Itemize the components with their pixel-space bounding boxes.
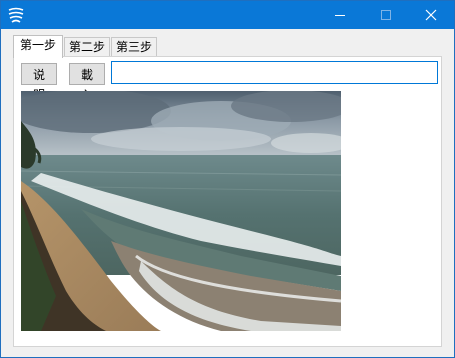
- file-path-input[interactable]: [111, 61, 438, 84]
- load-button[interactable]: 載入: [69, 63, 105, 102]
- close-icon: [425, 9, 437, 21]
- minimize-icon: [335, 15, 345, 16]
- maximize-icon: [381, 10, 391, 20]
- tab-step-2[interactable]: 第二步: [64, 37, 110, 56]
- beach-image: [21, 91, 341, 331]
- maximize-button[interactable]: [363, 1, 409, 29]
- minimize-button[interactable]: [317, 1, 363, 29]
- tab-step-3[interactable]: 第三步: [111, 37, 157, 56]
- close-button[interactable]: [408, 1, 454, 29]
- app-window: 第一步 第二步 第三步 说明 載入: [0, 0, 455, 358]
- tab-step-1[interactable]: 第一步: [13, 35, 63, 58]
- title-bar[interactable]: [1, 1, 454, 29]
- beach-photo: [21, 91, 341, 331]
- tab-panel-step-1: 说明 載入: [13, 56, 442, 347]
- explain-button[interactable]: 说明: [21, 63, 57, 102]
- app-logo-icon: [7, 6, 25, 24]
